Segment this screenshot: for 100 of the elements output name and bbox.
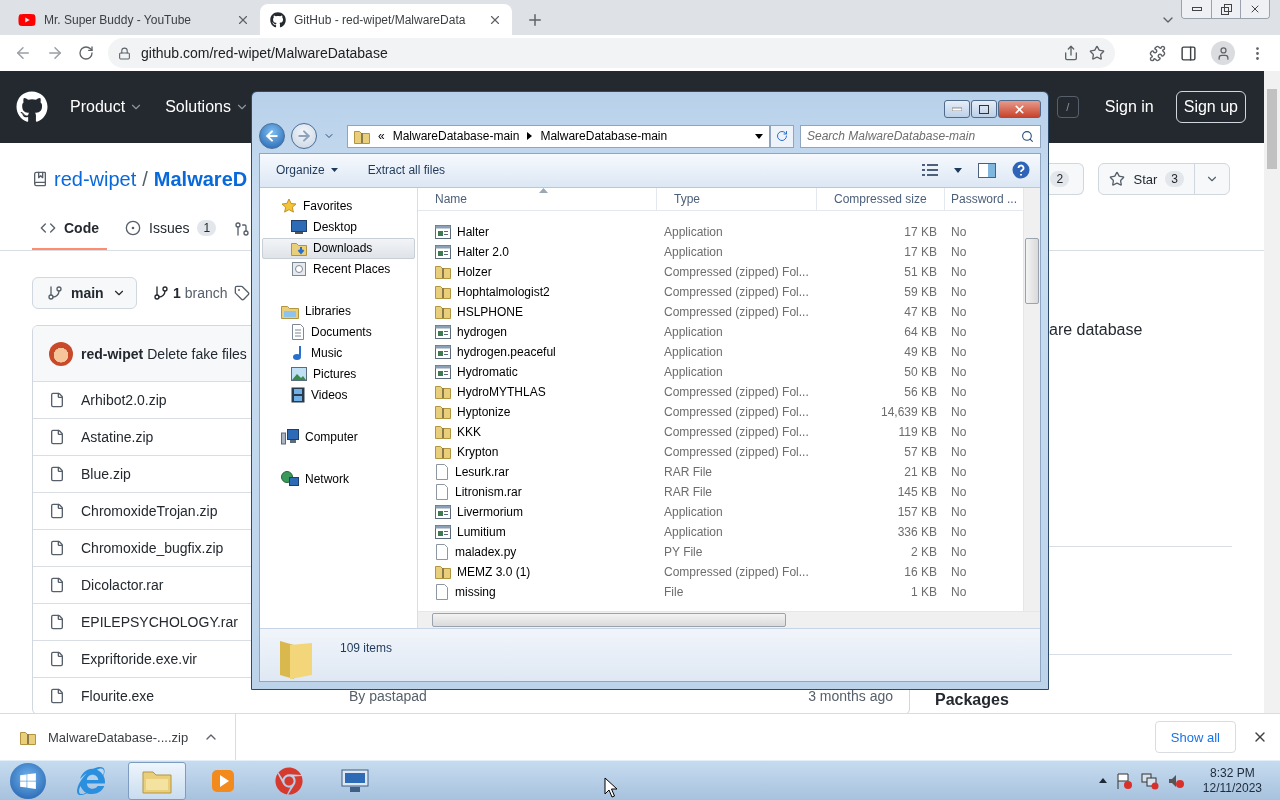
- bookmark-star-icon[interactable]: [1089, 45, 1105, 61]
- commit-message[interactable]: Delete fake files: [147, 345, 247, 362]
- file-name[interactable]: KKK: [457, 424, 481, 439]
- avatar[interactable]: [49, 341, 73, 366]
- breadcrumb-overflow[interactable]: «: [378, 129, 385, 143]
- file-link[interactable]: Blue.zip: [81, 466, 131, 482]
- file-name[interactable]: Hydromatic: [457, 364, 518, 379]
- profile-avatar[interactable]: [1211, 41, 1235, 65]
- breadcrumb-arrow-icon[interactable]: [527, 132, 533, 140]
- back-icon[interactable]: [14, 44, 32, 62]
- nav-item[interactable]: Desktop: [262, 216, 415, 238]
- file-name[interactable]: hydrogen: [457, 324, 508, 339]
- nav-item[interactable]: Computer: [262, 426, 415, 448]
- maximize-button[interactable]: [971, 100, 997, 118]
- owner-link[interactable]: red-wipet: [54, 167, 137, 191]
- show-hidden-icon[interactable]: [1098, 778, 1107, 783]
- nav-item[interactable]: Libraries: [262, 300, 415, 322]
- start-button[interactable]: [10, 762, 46, 799]
- file-name[interactable]: Krypton: [457, 444, 499, 459]
- file-name[interactable]: MEMZ 3.0 (1): [457, 564, 531, 579]
- sign-up-button[interactable]: Sign up: [1175, 91, 1246, 123]
- breadcrumb-segment[interactable]: MalwareDatabase-main: [392, 129, 520, 143]
- nav-item[interactable]: Downloads: [262, 237, 415, 259]
- nav-menu[interactable]: Solutions: [165, 98, 249, 116]
- file-link[interactable]: Expriftoride.exe.vir: [81, 651, 197, 667]
- nav-item[interactable]: Pictures: [262, 363, 415, 385]
- file-name[interactable]: Halter: [457, 224, 489, 239]
- taskbar-button[interactable]: [128, 761, 186, 800]
- pull-request-icon[interactable]: [234, 220, 251, 237]
- file-name[interactable]: hydrogen.peaceful: [457, 344, 556, 359]
- file-name[interactable]: Holzer: [457, 264, 492, 279]
- refresh-button[interactable]: [770, 124, 794, 148]
- column-header[interactable]: Password ...: [945, 187, 1023, 210]
- github-logo[interactable]: [16, 91, 48, 123]
- back-button[interactable]: [259, 123, 285, 149]
- repo-tab[interactable]: Code: [32, 207, 107, 250]
- nav-item[interactable]: Videos: [262, 384, 415, 406]
- minimize-button[interactable]: [1182, 0, 1211, 18]
- reload-icon[interactable]: [78, 45, 94, 61]
- close-button[interactable]: [998, 100, 1041, 118]
- nav-item[interactable]: Music: [262, 342, 415, 364]
- command-button[interactable]: Organize: [276, 163, 338, 178]
- file-name[interactable]: Hophtalmologist2: [457, 284, 550, 299]
- forward-icon[interactable]: [46, 44, 64, 62]
- repo-link[interactable]: MalwareD: [153, 167, 248, 191]
- file-link[interactable]: ChromoxideTrojan.zip: [81, 503, 218, 519]
- address-bar[interactable]: « MalwareDatabase-main MalwareDatabase-main: [347, 124, 770, 148]
- file-name[interactable]: HSLPHONE: [457, 304, 524, 319]
- file-link[interactable]: Dicolactor.rar: [81, 577, 164, 593]
- file-name[interactable]: Lesurk.rar: [455, 464, 510, 479]
- watch-button[interactable]: 2: [1048, 163, 1085, 195]
- file-name[interactable]: missing: [455, 584, 496, 599]
- vertical-scrollbar[interactable]: [1023, 187, 1040, 611]
- commit-message[interactable]: By pastapad: [349, 688, 809, 704]
- show-all-button[interactable]: Show all: [1154, 721, 1236, 753]
- file-name[interactable]: maladex.py: [455, 544, 517, 559]
- file-name[interactable]: Lumitium: [457, 524, 506, 539]
- browser-tab[interactable]: Mr. Super Buddy - YouTube: [8, 4, 260, 35]
- restore-button[interactable]: [1211, 0, 1240, 18]
- column-header[interactable]: Compressed size: [817, 187, 945, 210]
- file-link[interactable]: Flourite.exe: [81, 688, 155, 704]
- star-dropdown-button[interactable]: [1194, 163, 1230, 195]
- file-name[interactable]: HydroMYTHLAS: [457, 384, 546, 399]
- nav-item[interactable]: Documents: [262, 321, 415, 343]
- side-panel-icon[interactable]: [1180, 44, 1197, 62]
- command-button[interactable]: Extract all files: [367, 163, 446, 178]
- column-header[interactable]: Type: [657, 187, 817, 210]
- preview-pane-icon[interactable]: [978, 162, 996, 178]
- view-list-icon[interactable]: [922, 164, 938, 177]
- file-link[interactable]: EPILEPSYCHOLOGY.rar: [81, 614, 238, 630]
- network-alert-icon[interactable]: [1140, 771, 1159, 790]
- page-scrollbar[interactable]: [1264, 71, 1280, 713]
- browser-tab[interactable]: GitHub - red-wipet/MalwareData: [260, 4, 512, 35]
- search-field[interactable]: Search MalwareDatabase-main: [800, 124, 1041, 148]
- tag-icon[interactable]: [233, 285, 250, 301]
- share-icon[interactable]: [1063, 45, 1079, 61]
- extensions-icon[interactable]: [1149, 44, 1166, 62]
- file-link[interactable]: Chromoxide_bugfix.zip: [81, 540, 224, 556]
- file-name[interactable]: Livermorium: [457, 504, 523, 519]
- scroll-thumb[interactable]: [1025, 237, 1039, 304]
- nav-item[interactable]: Recent Places: [262, 258, 415, 280]
- star-button[interactable]: Star 3: [1098, 163, 1195, 195]
- repo-tab[interactable]: Issues 1: [117, 207, 225, 250]
- horizontal-scrollbar[interactable]: [418, 611, 1040, 628]
- clock[interactable]: 8:32 PM 12/11/2023: [1202, 765, 1262, 796]
- nav-item[interactable]: Favorites: [262, 195, 415, 217]
- close-button[interactable]: [1240, 0, 1269, 18]
- file-link[interactable]: Arhibot2.0.zip: [81, 392, 167, 408]
- file-link[interactable]: Astatine.zip: [81, 429, 154, 445]
- breadcrumb-segment[interactable]: MalwareDatabase-main: [540, 129, 668, 143]
- help-icon[interactable]: [1012, 161, 1030, 180]
- file-name[interactable]: Hyptonize: [457, 404, 511, 419]
- branches-link[interactable]: 1 branch: [153, 285, 228, 301]
- file-name[interactable]: Litronism.rar: [455, 484, 522, 499]
- flag-alert-icon[interactable]: [1114, 771, 1133, 790]
- branch-selector[interactable]: main: [32, 277, 137, 309]
- scroll-thumb[interactable]: [432, 613, 786, 627]
- forward-button[interactable]: [291, 123, 317, 149]
- nav-menu[interactable]: Product: [70, 98, 144, 116]
- nav-item[interactable]: Network: [262, 468, 415, 490]
